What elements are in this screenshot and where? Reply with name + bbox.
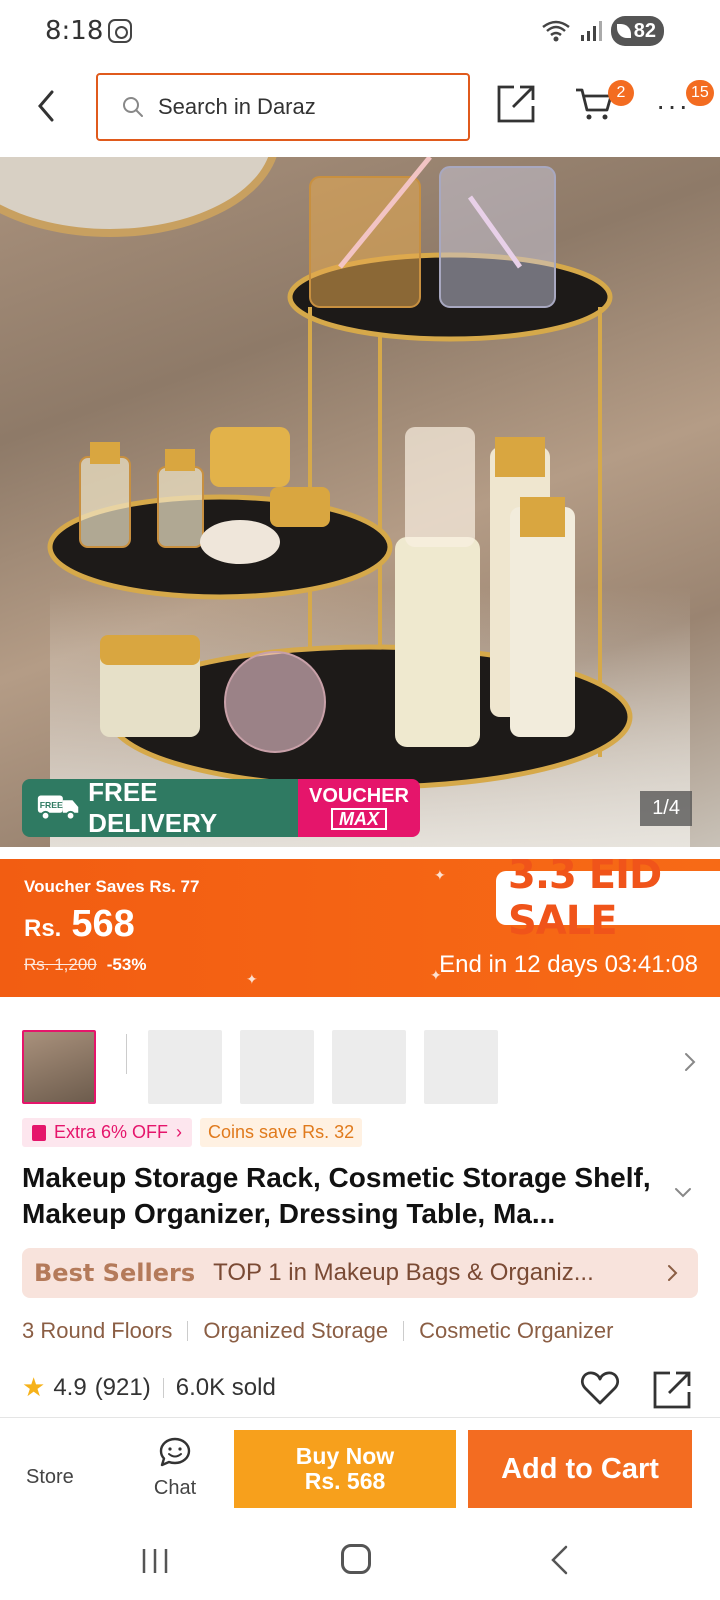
thumbnail-2[interactable] xyxy=(148,1030,222,1104)
recent-apps-icon[interactable] xyxy=(140,1546,170,1576)
price-value: 568 xyxy=(71,903,135,945)
free-delivery-label: FREE DELIVERY xyxy=(88,779,218,837)
current-price: Rs. 568 xyxy=(24,903,135,946)
home-icon[interactable] xyxy=(341,1544,371,1574)
thumbnail-divider xyxy=(126,1034,127,1074)
rating-row[interactable]: ★ 4.9 (921) 6.0K sold xyxy=(22,1372,276,1403)
instagram-icon xyxy=(108,19,132,43)
sale-countdown: End in 12 days 03:41:08 xyxy=(439,951,698,978)
promo-strip: FREE FREE DELIVERY VOUCHER MAX xyxy=(22,779,420,837)
buy-now-button[interactable]: Buy Now Rs. 568 xyxy=(234,1430,456,1508)
feature-link[interactable]: Cosmetic Organizer xyxy=(419,1318,613,1344)
discount-percent: -53% xyxy=(106,955,147,974)
chevron-right-icon xyxy=(668,1265,678,1281)
battery-indicator: 82 xyxy=(610,16,664,46)
free-delivery-badge: FREE FREE DELIVERY xyxy=(22,779,298,837)
buy-now-label: Buy Now xyxy=(295,1443,395,1469)
sale-banner: ✦ ✦ ✦ Voucher Saves Rs. 77 Rs. 568 Rs. 1… xyxy=(0,859,720,997)
battery-level: 82 xyxy=(633,19,656,42)
chevron-left-icon xyxy=(38,90,54,122)
product-photo-rack xyxy=(47,157,633,797)
feature-links: 3 Round Floors Organized Storage Cosmeti… xyxy=(22,1318,613,1344)
promo-tags: Extra 6% OFF › Coins save Rs. 32 xyxy=(22,1118,363,1147)
system-nav-bar xyxy=(0,1520,720,1600)
wifi-icon xyxy=(541,20,570,42)
search-icon xyxy=(123,97,143,117)
delivery-truck-icon: FREE xyxy=(37,795,79,821)
rating-count: (921) xyxy=(94,1373,151,1401)
free-small-label: FREE xyxy=(40,800,63,810)
divider xyxy=(187,1321,189,1341)
extra-off-label: Extra 6% OFF xyxy=(54,1122,169,1142)
feature-link[interactable]: 3 Round Floors xyxy=(22,1318,172,1344)
voucher-max-badge: VOUCHER MAX xyxy=(298,779,420,837)
star-icon: ★ xyxy=(22,1372,46,1402)
cart-count-badge: 2 xyxy=(608,80,634,106)
thumbnail-5[interactable] xyxy=(424,1030,498,1104)
chevron-right-icon: › xyxy=(176,1122,183,1142)
store-button[interactable]: Store xyxy=(26,1466,74,1489)
coupon-icon xyxy=(32,1124,46,1141)
best-sellers-label: Best Sellers xyxy=(34,1259,196,1287)
currency-label: Rs. xyxy=(24,915,62,942)
image-counter: 1/4 xyxy=(640,791,692,826)
voucher-max-label: MAX xyxy=(331,808,387,830)
back-button[interactable] xyxy=(28,84,68,128)
share-button[interactable] xyxy=(496,84,536,129)
chevron-right-icon xyxy=(685,1053,696,1071)
product-image-carousel[interactable]: FREE FREE DELIVERY VOUCHER MAX 1/4 xyxy=(0,157,720,847)
add-to-cart-button[interactable]: Add to Cart xyxy=(468,1430,692,1508)
heart-icon xyxy=(581,1371,619,1405)
status-icons: 82 xyxy=(541,16,664,46)
coins-tag: Coins save Rs. 32 xyxy=(200,1118,363,1147)
wishlist-button[interactable] xyxy=(580,1370,620,1411)
system-back-icon[interactable] xyxy=(548,1544,572,1576)
thumbnail-strip xyxy=(22,1030,702,1106)
expand-title-button[interactable] xyxy=(672,1186,694,1205)
rating-score: 4.9 xyxy=(53,1373,87,1401)
best-sellers-rank: TOP 1 in Makeup Bags & Organiz... xyxy=(213,1259,594,1286)
chevron-down-icon xyxy=(675,1188,691,1198)
status-bar: 8:18 82 xyxy=(0,0,720,62)
sale-campaign-tag: 3.3 EID SALE xyxy=(496,859,720,944)
best-sellers-banner[interactable]: Best Sellers TOP 1 in Makeup Bags & Orga… xyxy=(22,1248,698,1298)
more-options-button[interactable]: ··· xyxy=(656,90,690,122)
thumbnail-3[interactable] xyxy=(240,1030,314,1104)
chat-label: Chat xyxy=(153,1477,197,1499)
share-product-button[interactable] xyxy=(652,1370,692,1415)
voucher-label: VOUCHER xyxy=(308,785,409,807)
top-nav: Search in Daraz 2 ··· 15 xyxy=(0,66,720,146)
share-icon xyxy=(497,85,535,123)
original-price: Rs. 1,200 xyxy=(24,955,97,974)
sold-count: 6.0K sold xyxy=(175,1373,276,1401)
share-icon xyxy=(653,1371,691,1409)
search-input[interactable]: Search in Daraz xyxy=(96,73,470,141)
thumbnail-1[interactable] xyxy=(22,1030,96,1104)
search-placeholder: Search in Daraz xyxy=(158,94,316,119)
divider xyxy=(162,1377,164,1398)
voucher-saves: Voucher Saves Rs. 77 xyxy=(24,877,200,896)
sparkle-icon: ✦ xyxy=(434,867,446,883)
thumbnail-next-button[interactable] xyxy=(680,1048,700,1081)
bottom-action-bar: Store Chat Buy Now Rs. 568 Add to Cart xyxy=(0,1417,720,1517)
extra-off-tag[interactable]: Extra 6% OFF › xyxy=(22,1118,193,1147)
thumbnail-4[interactable] xyxy=(332,1030,406,1104)
notification-count-badge: 15 xyxy=(686,80,714,106)
original-price-row: Rs. 1,200 -53% xyxy=(24,955,146,975)
battery-saver-icon xyxy=(616,24,631,38)
status-time: 8:18 xyxy=(45,16,104,46)
divider xyxy=(403,1321,405,1341)
signal-icon xyxy=(580,21,602,41)
sparkle-icon: ✦ xyxy=(246,971,258,987)
chat-icon xyxy=(159,1437,191,1467)
product-title: Makeup Storage Rack, Cosmetic Storage Sh… xyxy=(22,1162,651,1229)
feature-link[interactable]: Organized Storage xyxy=(203,1318,388,1344)
buy-now-price: Rs. 568 xyxy=(304,1468,386,1494)
chat-button[interactable]: Chat xyxy=(150,1436,200,1500)
